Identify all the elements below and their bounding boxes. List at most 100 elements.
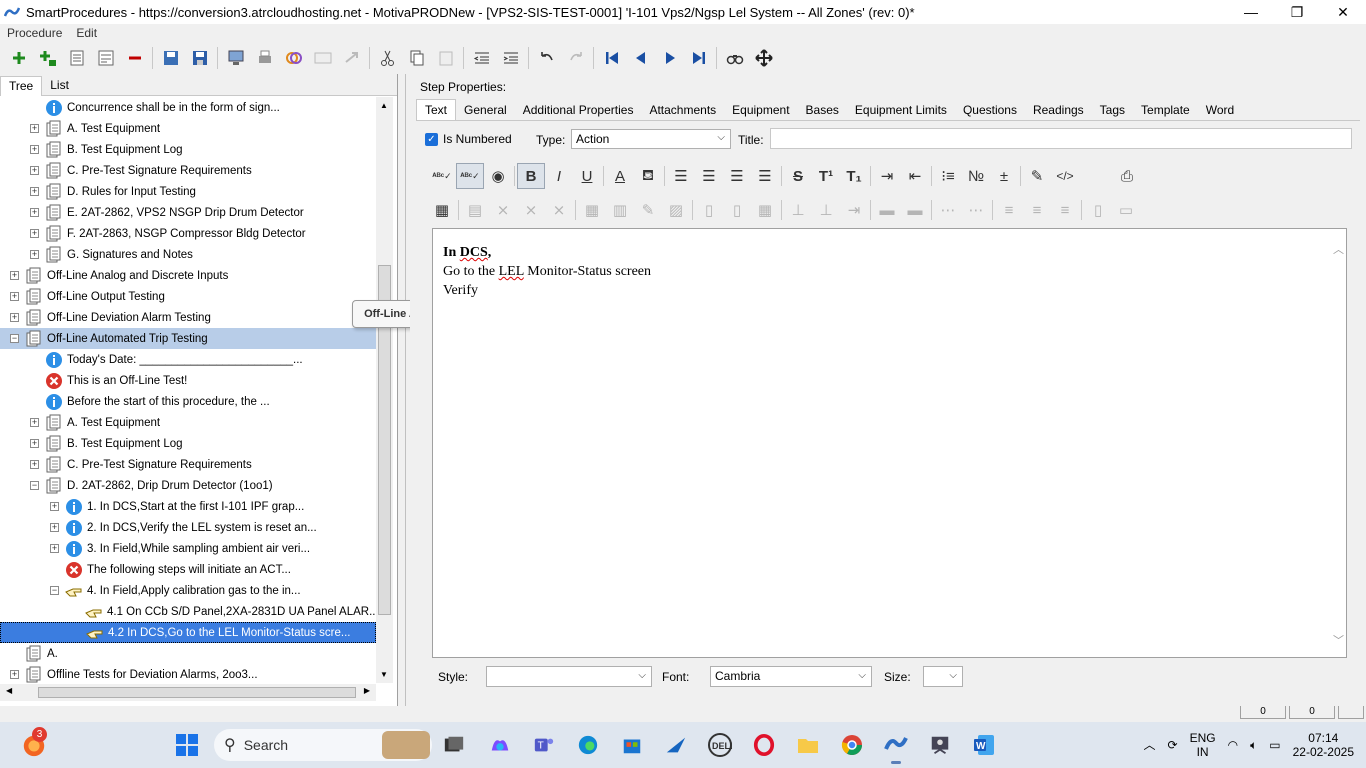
print-button[interactable]: [250, 44, 279, 72]
cut-button[interactable]: [373, 44, 402, 72]
tab-tree[interactable]: Tree: [0, 76, 43, 96]
redo-button[interactable]: [561, 44, 590, 72]
print-text-button[interactable]: ⎙: [1113, 163, 1141, 189]
superscript-button[interactable]: T¹: [812, 163, 840, 189]
expand-icon[interactable]: +: [30, 229, 39, 238]
tree-node[interactable]: − 4. In Field,Apply calibration gas to th…: [0, 580, 376, 601]
merge-cells-button[interactable]: ▬: [873, 197, 901, 223]
tab-general[interactable]: General: [456, 100, 515, 120]
remove-button[interactable]: [120, 44, 149, 72]
insert-col-left-button[interactable]: ▯: [695, 197, 723, 223]
tree-node[interactable]: 4.2 In DCS,Go to the LEL Monitor-Status …: [0, 622, 376, 643]
scroll-right-icon[interactable]: ▶: [364, 686, 370, 695]
tree-node[interactable]: +1. In DCS,Start at the first I-101 IPF …: [0, 496, 376, 517]
tree-node[interactable]: 4.1 On CCb S/D Panel,2XA-2831D UA Panel …: [0, 601, 376, 622]
word-icon[interactable]: W: [970, 731, 998, 759]
find-button[interactable]: [720, 44, 749, 72]
tree-node[interactable]: +2. In DCS,Verify the LEL system is rese…: [0, 517, 376, 538]
font-color-button[interactable]: A: [606, 163, 634, 189]
tree-node[interactable]: Before the start of this procedure, the …: [0, 391, 376, 412]
indent-button[interactable]: [496, 44, 525, 72]
subscript-button[interactable]: T₁: [840, 163, 868, 189]
field-button[interactable]: ▭: [1112, 197, 1140, 223]
underline-button[interactable]: U: [573, 163, 601, 189]
tree-node[interactable]: + D. Rules for Input Testing: [0, 181, 376, 202]
expand-icon[interactable]: +: [50, 502, 59, 511]
html-source-button[interactable]: </>: [1051, 163, 1079, 189]
font-select[interactable]: Cambria ⌵: [710, 666, 872, 687]
outdent-button[interactable]: [467, 44, 496, 72]
tree-node[interactable]: Concurrence shall be in the form of sign…: [0, 97, 376, 118]
collapse-icon[interactable]: −: [10, 334, 19, 343]
expand-icon[interactable]: +: [30, 418, 39, 427]
tab-equipment[interactable]: Equipment: [724, 100, 797, 120]
table-delete-col-button[interactable]: ⨯: [517, 197, 545, 223]
tab-word[interactable]: Word: [1198, 100, 1242, 120]
add-step-button[interactable]: [4, 44, 33, 72]
start-icon[interactable]: [173, 731, 201, 759]
table-props-button[interactable]: ▦: [578, 197, 606, 223]
insert-row-below-button[interactable]: ⊥: [812, 197, 840, 223]
language-indicator[interactable]: ENG IN: [1190, 731, 1216, 759]
expand-icon[interactable]: +: [30, 145, 39, 154]
justify-button[interactable]: ☰: [751, 163, 779, 189]
cell-style-button[interactable]: ▨: [662, 197, 690, 223]
maximize-button[interactable]: ❐: [1274, 0, 1320, 24]
bullet-list-button[interactable]: ⁝≡: [934, 163, 962, 189]
numbered-list-button[interactable]: №: [962, 163, 990, 189]
collapse-icon[interactable]: −: [50, 586, 59, 595]
style-select[interactable]: ⌵: [486, 666, 652, 687]
tab-equipment-limits[interactable]: Equipment Limits: [847, 100, 955, 120]
expand-icon[interactable]: +: [30, 166, 39, 175]
file-explorer-icon[interactable]: [794, 731, 822, 759]
editor-scroll-down-icon[interactable]: ﹀: [1333, 632, 1344, 651]
panel-splitter[interactable]: [398, 74, 406, 706]
tree-node[interactable]: + F. 2AT-2863, NSGP Compressor Bldg Detec…: [0, 223, 376, 244]
italic-button[interactable]: I: [545, 163, 573, 189]
browser-icon[interactable]: 3: [20, 727, 48, 759]
align-left-button[interactable]: ☰: [667, 163, 695, 189]
table-edit-button[interactable]: ▤: [461, 197, 489, 223]
tree-node[interactable]: − Off-Line Automated Trip Testing: [0, 328, 376, 349]
outdent-text-button[interactable]: ⇤: [901, 163, 929, 189]
split-cells-button[interactable]: ▬: [901, 197, 929, 223]
tree-node[interactable]: + B. Test Equipment Log: [0, 139, 376, 160]
menu-procedure[interactable]: Procedure: [0, 26, 69, 40]
taskbar-search[interactable]: ⚲ Search: [214, 729, 432, 761]
tree-node[interactable]: + Off-Line Analog and Discrete Inputs: [0, 265, 376, 286]
tab-questions[interactable]: Questions: [955, 100, 1025, 120]
tree-horizontal-scrollbar[interactable]: ◀ ▶: [0, 684, 376, 701]
tree-node[interactable]: + A. Test Equipment: [0, 118, 376, 139]
textbox-button[interactable]: ▯: [1084, 197, 1112, 223]
expand-icon[interactable]: +: [10, 292, 19, 301]
highlight-button[interactable]: ⛾: [634, 163, 662, 189]
save-all-button[interactable]: [156, 44, 185, 72]
insert-row-above-button[interactable]: ⊥: [784, 197, 812, 223]
store-icon[interactable]: [618, 731, 646, 759]
tree-node[interactable]: + C. Pre-Test Signature Requirements: [0, 160, 376, 181]
export-button[interactable]: [221, 44, 250, 72]
volume-icon[interactable]: 🔈︎: [1250, 738, 1257, 752]
valign-middle-button[interactable]: ≡: [1023, 197, 1051, 223]
copilot-icon[interactable]: [486, 731, 514, 759]
step-text-editor[interactable]: In DCS, Go to the LEL Monitor-Status scr…: [432, 228, 1347, 658]
horizontal-rule-button[interactable]: ±: [990, 163, 1018, 189]
tree-node[interactable]: + G. Signatures and Notes: [0, 244, 376, 265]
align-right-button[interactable]: ☰: [723, 163, 751, 189]
wifi-icon[interactable]: ◠: [1228, 738, 1238, 752]
insert-table-button[interactable]: ▦: [428, 197, 456, 223]
edge-icon[interactable]: [574, 731, 602, 759]
expand-icon[interactable]: +: [10, 670, 19, 679]
bold-button[interactable]: B: [517, 163, 545, 189]
color-wheel-button[interactable]: ◉: [484, 163, 512, 189]
cell-padding-button[interactable]: ⋯: [934, 197, 962, 223]
table-delete-row-button[interactable]: ⨯: [545, 197, 573, 223]
presenter-icon[interactable]: [926, 731, 954, 759]
form-button[interactable]: [308, 44, 337, 72]
teams-icon[interactable]: T: [530, 731, 558, 759]
size-select[interactable]: ⌵: [923, 666, 963, 687]
insert-col-right-button[interactable]: ▯: [723, 197, 751, 223]
spellcheck-button[interactable]: ᴬᴮᶜ✓: [428, 163, 456, 189]
tree-node[interactable]: + E. 2AT-2862, VPS2 NSGP Drip Drum Detect…: [0, 202, 376, 223]
tree-node[interactable]: + Offline Tests for Deviation Alarms, 2oo…: [0, 664, 376, 683]
